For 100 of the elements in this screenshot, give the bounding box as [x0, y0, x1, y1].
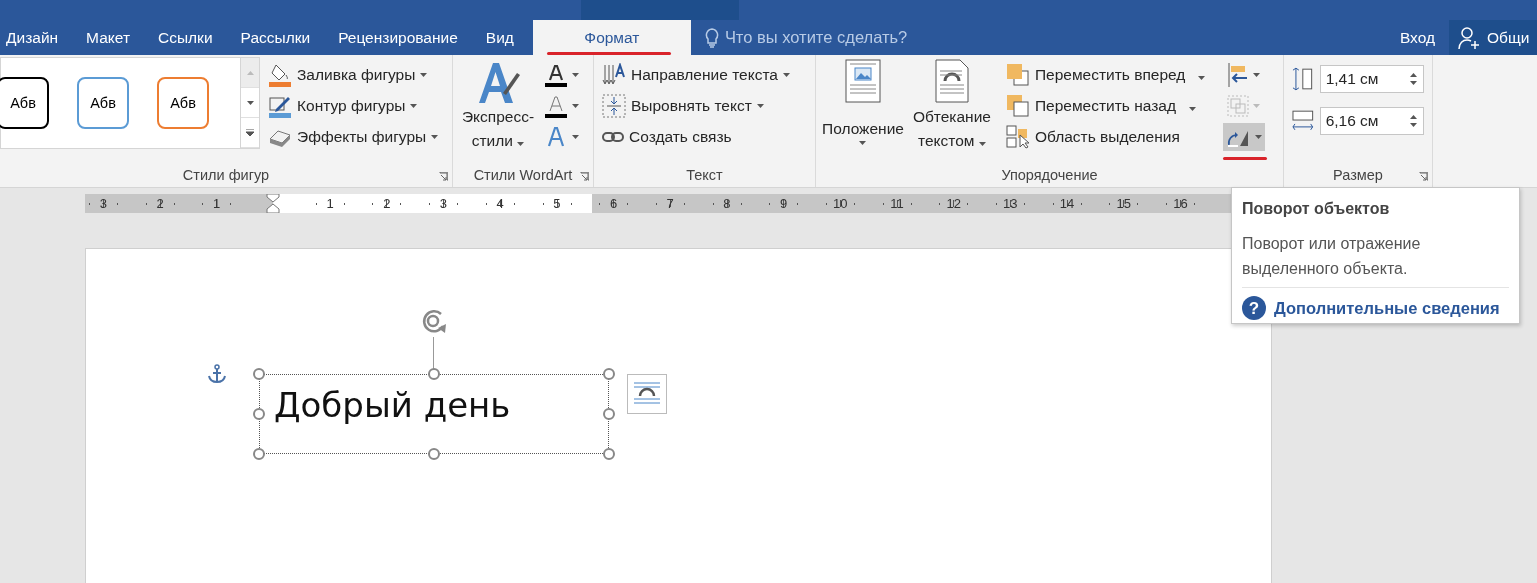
arrange-command-button[interactable]: Переместить вперед [1003, 59, 1208, 90]
tell-me-field[interactable]: Что вы хотите сделать? [724, 28, 908, 47]
layout-options-button[interactable] [627, 374, 667, 414]
text-command-button[interactable]: Создать связь [600, 121, 792, 152]
align-objects-icon [1226, 62, 1249, 87]
bring-forward-icon [1005, 62, 1030, 87]
ribbon-tab[interactable]: Макет [72, 20, 144, 55]
ruler-number: 6 [609, 196, 618, 211]
ruler-number: 10 [833, 196, 848, 211]
ribbon-tab[interactable]: Рецензирование [324, 20, 472, 55]
caret-icon [517, 142, 525, 146]
more-info-link[interactable]: Дополнительные сведения [1274, 298, 1500, 318]
resize-handle[interactable] [253, 448, 265, 460]
ruler-number: 11 [890, 196, 904, 211]
text-command-button[interactable]: Выровнять текст [600, 90, 792, 121]
ruler-number: 16 [1173, 196, 1188, 211]
caret-icon [1254, 135, 1262, 139]
group-label: Упорядочение [1001, 167, 1098, 183]
caret-icon [756, 103, 764, 108]
resize-handle[interactable] [428, 448, 440, 460]
caret-icon [859, 141, 867, 145]
ruler-number: 12 [946, 196, 961, 211]
ruler-number: 2 [156, 196, 164, 211]
caret-icon [571, 72, 579, 77]
resize-handle[interactable] [253, 408, 265, 420]
resize-handle[interactable] [253, 368, 265, 380]
sign-in-button[interactable]: Вход [1385, 20, 1449, 55]
shape-style-preset[interactable]: Абв [157, 77, 209, 129]
dialog-launcher-icon[interactable] [580, 172, 589, 181]
dialog-launcher-icon[interactable] [439, 172, 448, 181]
ribbon-tab[interactable]: Ссылки [144, 20, 227, 55]
shape-format-button[interactable]: Заливка фигуры [266, 59, 441, 90]
caret-icon [246, 100, 254, 105]
lightbulb-icon [704, 27, 719, 48]
anchor-icon [207, 364, 227, 384]
position-button[interactable]: Положение [820, 59, 906, 163]
tooltip-description: Поворот или отражение выделенного объекта. [1242, 231, 1509, 288]
wrap-text-button[interactable]: Обтекание текстом [905, 59, 998, 163]
ruler-number: 4 [496, 196, 504, 211]
help-icon: ? [1242, 296, 1266, 320]
send-backward-icon [1005, 93, 1030, 118]
shape-format-button[interactable]: Контур фигуры [266, 90, 441, 121]
paint-bucket-icon [268, 62, 292, 87]
up-arrow-icon[interactable] [1410, 73, 1417, 77]
shape-style-preset[interactable]: Абв [77, 77, 129, 129]
resize-handle[interactable] [428, 368, 440, 380]
up-arrow-icon [246, 70, 254, 75]
down-arrow-icon[interactable] [1410, 123, 1417, 127]
height-field[interactable]: 1,41 см [1319, 65, 1424, 93]
ribbon-tab[interactable]: Дизайн [0, 20, 73, 55]
text-outline-icon [543, 93, 568, 118]
caret-icon [1198, 75, 1206, 80]
share-button[interactable]: Общи [1449, 20, 1537, 55]
caret-icon [782, 72, 790, 77]
up-arrow-icon[interactable] [1410, 115, 1417, 119]
width-field[interactable]: 6,16 см [1319, 107, 1424, 135]
shape-height-icon [1292, 67, 1314, 91]
shape-format-button[interactable]: Эффекты фигуры [266, 121, 441, 152]
arrange-command-button[interactable]: Область выделения [1003, 121, 1208, 152]
align-text-icon [602, 93, 626, 118]
ruler-number: 1 [326, 196, 334, 211]
caret-icon [410, 103, 418, 108]
caret-icon [420, 72, 428, 77]
quick-styles-button[interactable]: Экспресс-стили [457, 59, 539, 163]
highlight-underline [1223, 157, 1268, 160]
link-icon [602, 129, 624, 144]
ribbon-tab[interactable]: Рассылки [226, 20, 325, 55]
ruler-number: 2 [383, 196, 391, 211]
ruler-number: 3 [99, 196, 107, 211]
caret-icon [1188, 106, 1196, 111]
ribbon-tab[interactable]: Вид [471, 20, 528, 55]
ruler-number: 8 [723, 196, 731, 211]
more-arrow-icon [246, 129, 254, 136]
caret-icon [571, 103, 579, 108]
caret-icon [571, 134, 579, 139]
text-command-button[interactable]: Направление текста [600, 59, 792, 90]
text-direction-icon [602, 62, 626, 87]
ribbon-tab[interactable]: Формат [532, 20, 691, 55]
caret-icon [978, 142, 986, 146]
selection-pane-icon [1005, 124, 1030, 149]
arrange-command-button[interactable]: Переместить назад [1003, 90, 1208, 121]
ruler-number: 14 [1059, 196, 1075, 211]
text-fill-icon [543, 62, 568, 87]
group-label: Стили фигур [182, 167, 270, 183]
resize-handle[interactable] [603, 408, 615, 420]
caret-icon [1252, 103, 1260, 108]
page-arch-icon [934, 59, 969, 103]
group-label: Текст [686, 167, 723, 183]
shape-style-preset[interactable]: Абв [0, 77, 49, 129]
resize-handle[interactable] [603, 448, 615, 460]
page-picture-icon [844, 59, 881, 103]
ruler-number: 7 [666, 196, 674, 211]
person-add-icon [1457, 25, 1481, 50]
resize-handle[interactable] [603, 368, 615, 380]
ruler-number: 5 [553, 196, 561, 211]
dialog-launcher-icon[interactable] [1419, 172, 1428, 181]
ruler-number: 13 [1003, 196, 1018, 211]
indent-marker-icon[interactable] [266, 194, 281, 213]
down-arrow-icon[interactable] [1410, 81, 1417, 85]
ruler-number: 15 [1116, 196, 1131, 211]
